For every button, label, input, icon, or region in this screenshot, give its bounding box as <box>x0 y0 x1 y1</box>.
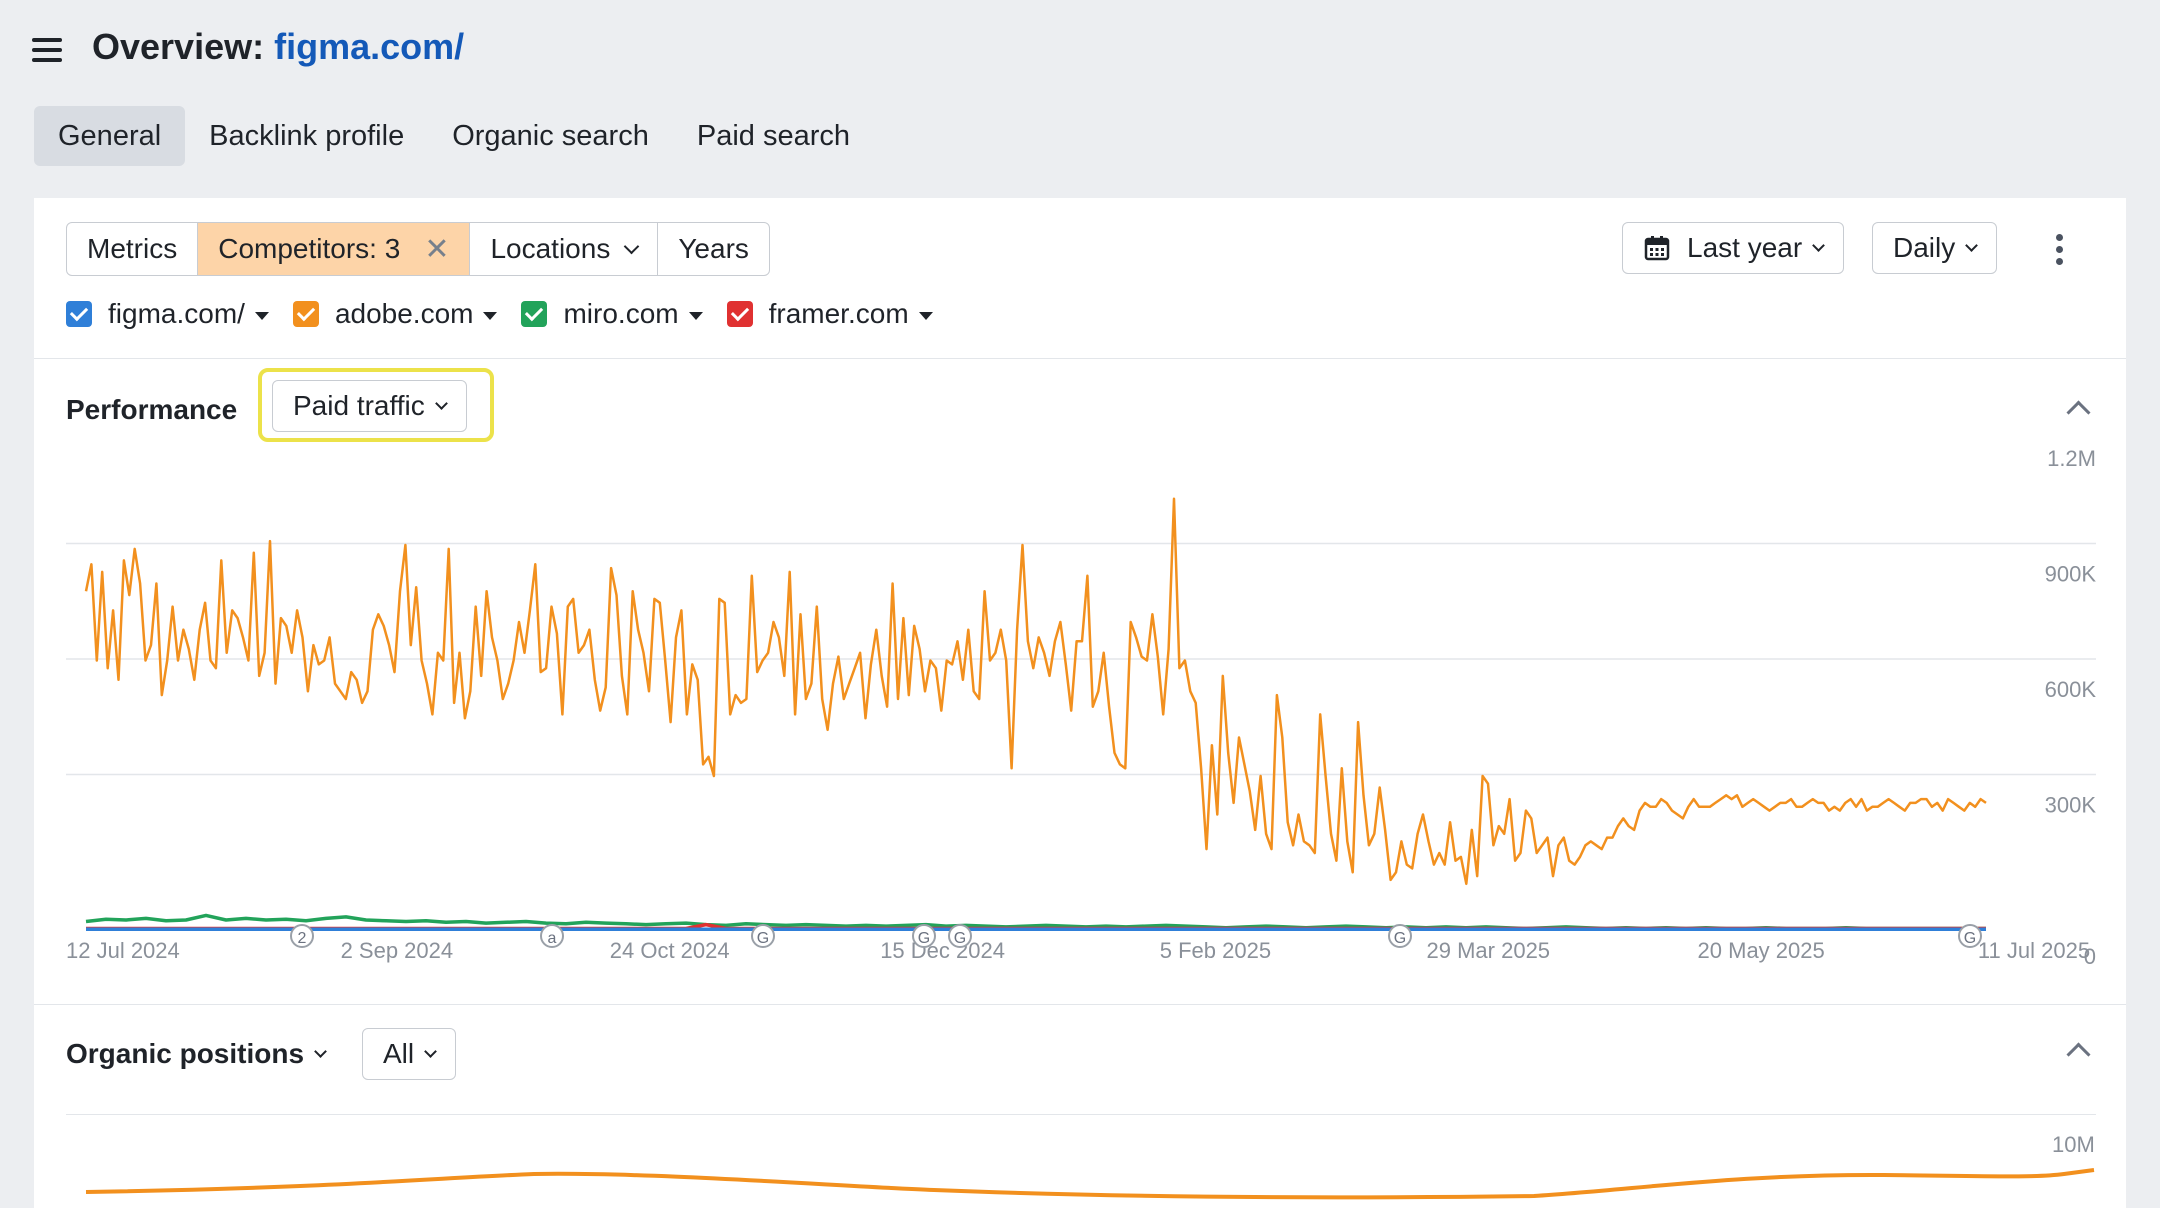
tab-organic-search[interactable]: Organic search <box>428 106 673 166</box>
x-tick-label: 12 Jul 2024 <box>66 938 180 963</box>
chevron-down-icon <box>424 1044 437 1058</box>
locations-dropdown[interactable]: Locations <box>470 223 659 275</box>
title-prefix: Overview: <box>92 26 265 67</box>
collapse-icon[interactable] <box>2066 1042 2091 1067</box>
x-tick-label: 29 Mar 2025 <box>1427 938 1551 963</box>
locations-label: Locations <box>490 233 611 264</box>
annotation-label: G <box>954 930 966 947</box>
y-tick-label: 600K <box>2045 677 2097 702</box>
tab-paid-search[interactable]: Paid search <box>673 106 874 166</box>
competitors-label: Competitors: 3 <box>218 233 401 264</box>
tab-general[interactable]: General <box>34 106 186 166</box>
title-domain-link[interactable]: figma.com/ <box>274 26 464 67</box>
caret-down-icon[interactable] <box>483 312 498 320</box>
annotation-label: G <box>918 930 930 947</box>
chevron-down-icon <box>1812 238 1826 252</box>
divider <box>34 1004 2126 1005</box>
date-range-label: Last year <box>1687 232 1803 263</box>
positions-filter-dropdown[interactable]: All <box>362 1028 457 1080</box>
metrics-button[interactable]: Metrics <box>67 223 199 275</box>
chevron-down-icon <box>624 238 640 254</box>
organic-positions-dropdown[interactable]: Organic positions <box>66 1038 327 1070</box>
close-icon[interactable]: ✕ <box>424 232 449 267</box>
divider <box>66 1114 2096 1115</box>
y-tick-label: 900K <box>2045 562 2097 587</box>
legend-label: adobe.com <box>334 298 474 329</box>
caret-down-icon[interactable] <box>918 312 933 320</box>
legend-item-miro[interactable]: miro.com <box>521 298 703 330</box>
legend-item-figma[interactable]: figma.com/ <box>66 298 269 330</box>
annotation-label: a <box>548 930 557 947</box>
tab-backlink-profile[interactable]: Backlink profile <box>185 106 428 166</box>
years-button[interactable]: Years <box>658 223 769 275</box>
chevron-down-icon <box>1965 238 1979 252</box>
chevron-down-icon <box>314 1044 327 1058</box>
filter-segment: Metrics Competitors: 3 ✕ Locations Years <box>66 222 770 276</box>
x-tick-label: 11 Jul 2025 <box>1978 938 2090 963</box>
competitor-legend: figma.com/ adobe.com miro.com framer.com <box>66 298 957 330</box>
x-tick-label: 20 May 2025 <box>1698 938 1825 963</box>
positions-filter-label: All <box>383 1038 415 1069</box>
organic-line-adobe <box>85 1168 2095 1200</box>
y-tick-label: 1.2M <box>2047 446 2096 471</box>
menu-icon[interactable] <box>32 38 62 62</box>
x-tick-label: 5 Feb 2025 <box>1160 938 1271 963</box>
organic-title: Organic positions <box>66 1038 305 1069</box>
annotation-label: G <box>1964 930 1976 947</box>
collapse-icon[interactable] <box>2066 400 2091 425</box>
competitors-button[interactable]: Competitors: 3 ✕ <box>198 223 471 275</box>
performance-title: Performance <box>66 394 238 425</box>
y-tick-label: 300K <box>2045 793 2097 818</box>
series-line-adobecom <box>84 497 1987 886</box>
legend-item-adobe[interactable]: adobe.com <box>292 298 498 330</box>
annotation-label: G <box>1394 930 1406 947</box>
legend-label: framer.com <box>768 298 909 329</box>
granularity-dropdown[interactable]: Daily <box>1872 222 1998 274</box>
metric-dropdown[interactable]: Paid traffic <box>272 380 467 432</box>
metrics-label: Metrics <box>87 233 178 264</box>
caret-down-icon[interactable] <box>688 312 703 320</box>
performance-chart: 1.2M900K600K300K012 Jul 2024 2 Sep 2024 24… <box>66 446 2097 968</box>
legend-label: miro.com <box>563 298 679 329</box>
metric-label: Paid traffic <box>293 390 425 421</box>
checkbox-icon[interactable] <box>292 301 319 327</box>
annotation-label: G <box>757 930 769 947</box>
checkbox-icon[interactable] <box>521 301 548 327</box>
granularity-label: Daily <box>1893 232 1956 263</box>
overview-card: Metrics Competitors: 3 ✕ Locations Years… <box>34 198 2126 1208</box>
checkbox-icon[interactable] <box>66 301 92 327</box>
legend-item-framer[interactable]: framer.com <box>726 298 933 330</box>
years-label: Years <box>678 233 749 264</box>
annotation-label: 2 <box>298 930 307 947</box>
caret-down-icon[interactable] <box>254 312 269 320</box>
x-tick-label: 24 Oct 2024 <box>610 938 730 963</box>
x-tick-label: 15 Dec 2024 <box>880 938 1005 963</box>
divider <box>34 358 2126 359</box>
organic-positions-chart <box>85 1168 2095 1200</box>
checkbox-icon[interactable] <box>726 301 753 327</box>
series-line-mirocom <box>85 913 1986 931</box>
tab-bar: General Backlink profile Organic search … <box>34 106 874 166</box>
x-tick-label: 2 Sep 2024 <box>341 938 454 963</box>
legend-label: figma.com/ <box>108 298 245 329</box>
date-range-dropdown[interactable]: Last year <box>1622 222 1845 274</box>
calendar-icon <box>1644 236 1670 261</box>
chevron-down-icon <box>434 396 448 410</box>
more-options-icon[interactable] <box>2056 234 2066 270</box>
page-title: Overview: figma.com/ <box>92 26 464 68</box>
